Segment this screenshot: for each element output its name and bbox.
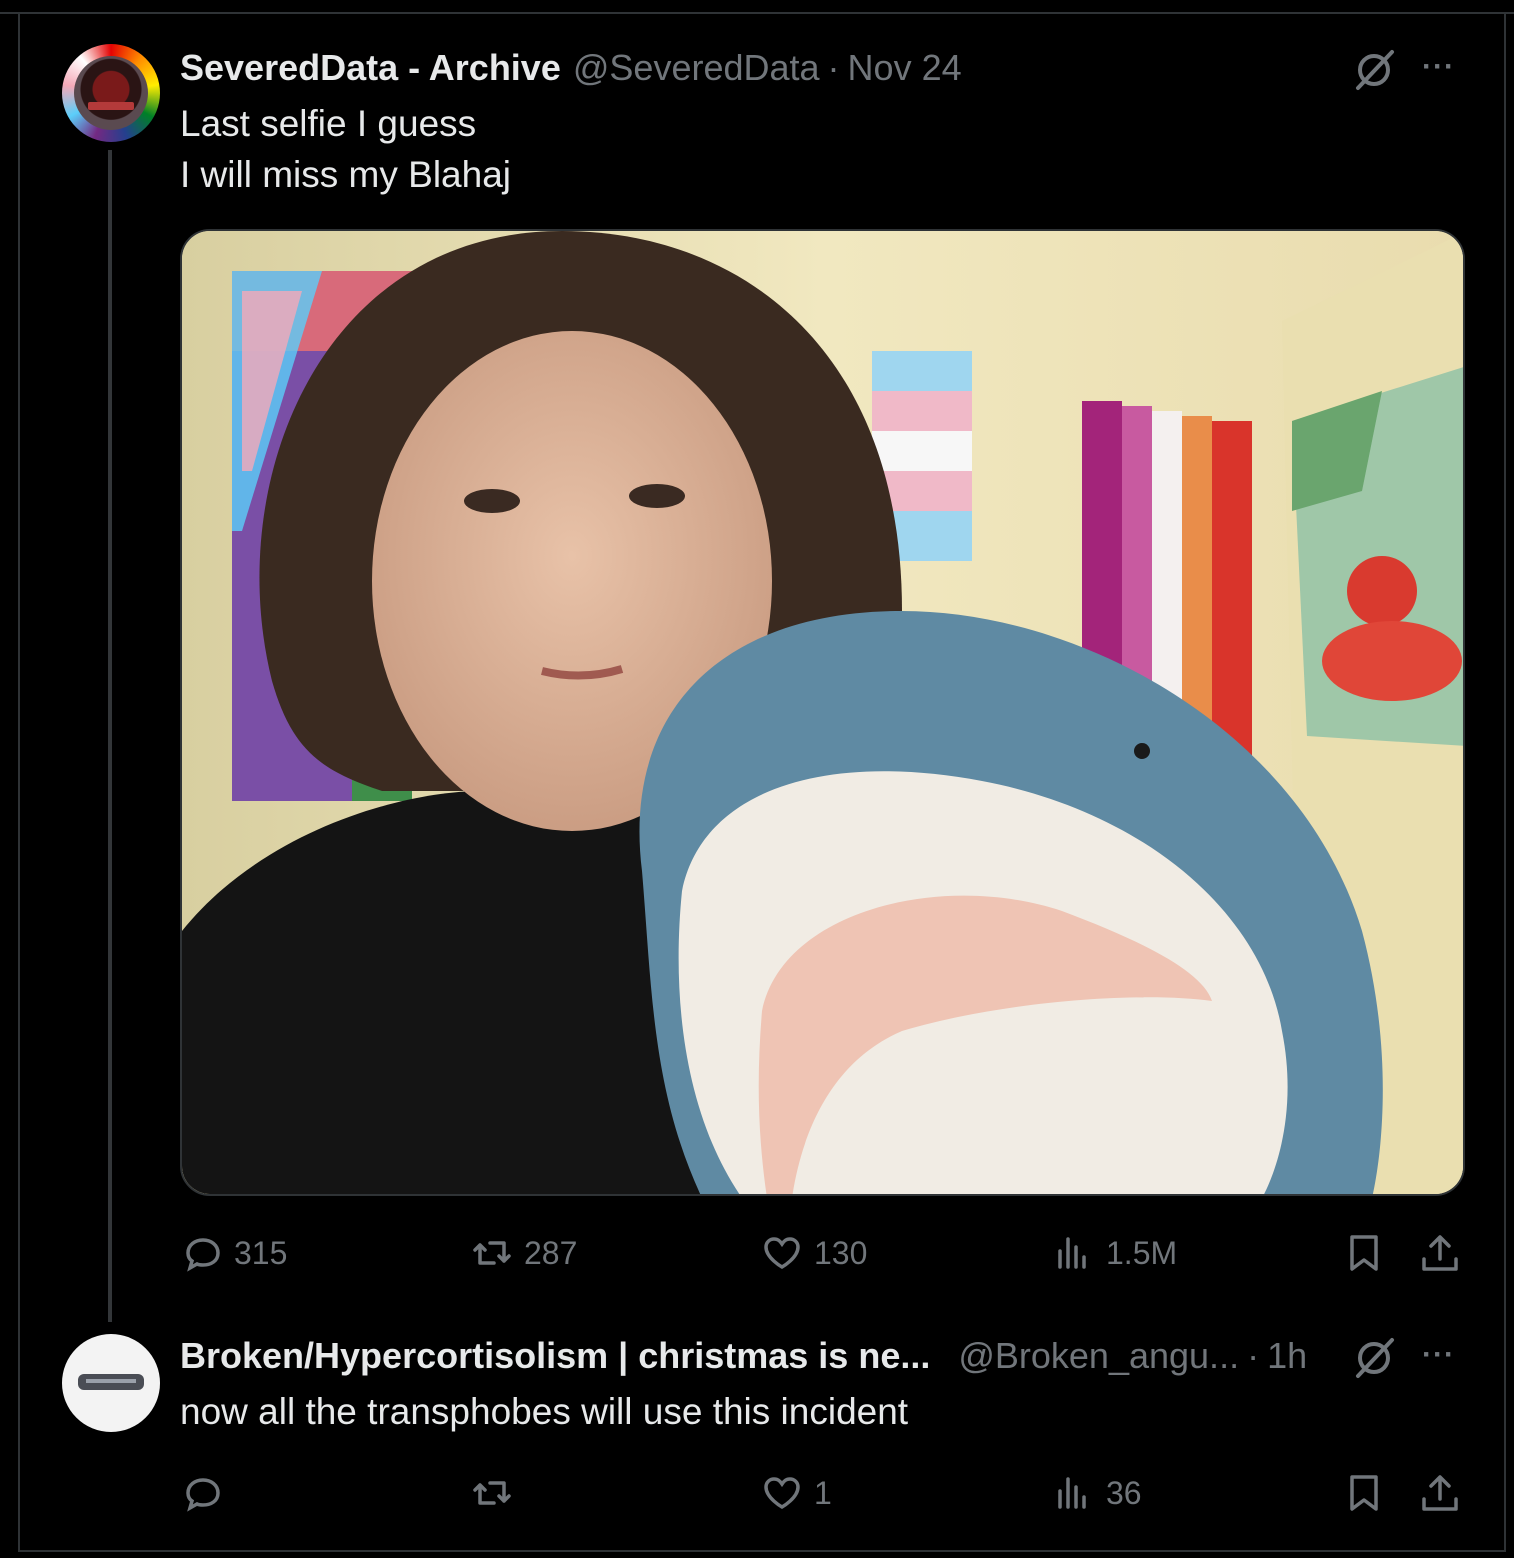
share-button[interactable] bbox=[1418, 1228, 1472, 1278]
bookmark-button[interactable] bbox=[1342, 1468, 1396, 1518]
user-handle[interactable]: @SeveredData bbox=[573, 47, 820, 89]
bar-chart-icon bbox=[1058, 1477, 1086, 1509]
like-button[interactable]: 130 bbox=[760, 1228, 867, 1278]
repost-arrows-icon bbox=[473, 1481, 511, 1505]
share-upload-icon bbox=[1422, 1235, 1458, 1271]
speech-bubble-icon bbox=[186, 1478, 220, 1512]
repost-arrows-icon bbox=[473, 1241, 511, 1265]
tweet-actions: 315 287 130 1.5M bbox=[180, 1228, 1470, 1278]
heart-icon bbox=[764, 1237, 800, 1270]
poster bbox=[1292, 367, 1463, 746]
bar-chart-icon bbox=[1058, 1237, 1086, 1269]
views-count: 1.5M bbox=[1106, 1234, 1178, 1271]
avatar[interactable] bbox=[62, 1334, 160, 1432]
bookmark-button[interactable] bbox=[1342, 1228, 1396, 1278]
display-name[interactable]: Broken/Hypercortisolism | christmas is n… bbox=[180, 1335, 930, 1377]
share-upload-icon bbox=[1422, 1475, 1458, 1511]
bookmark-icon bbox=[1350, 1235, 1378, 1271]
timestamp[interactable]: 1h bbox=[1267, 1335, 1307, 1377]
reply-text: now all the transphobes will use this in… bbox=[180, 1391, 909, 1432]
timestamp[interactable]: Nov 24 bbox=[848, 47, 962, 89]
tweet-text-line-1: Last selfie I guess bbox=[180, 103, 477, 144]
reply-button[interactable] bbox=[180, 1468, 234, 1518]
reply-count: 315 bbox=[234, 1234, 288, 1271]
like-button[interactable]: 1 bbox=[760, 1468, 832, 1518]
grok-icon[interactable] bbox=[1352, 48, 1396, 92]
tweet-photo[interactable] bbox=[180, 229, 1465, 1196]
repost-count: 287 bbox=[524, 1234, 578, 1271]
tweet-header: SeveredData - Archive @SeveredData · Nov… bbox=[180, 46, 962, 90]
share-button[interactable] bbox=[1418, 1468, 1472, 1518]
reply-header: Broken/Hypercortisolism | christmas is n… bbox=[180, 1334, 1307, 1378]
views-button[interactable]: 36 bbox=[1052, 1468, 1142, 1518]
grok-icon[interactable] bbox=[1352, 1336, 1396, 1380]
reply-button[interactable]: 315 bbox=[180, 1228, 287, 1278]
like-count: 1 bbox=[814, 1474, 832, 1511]
repost-button[interactable] bbox=[470, 1468, 524, 1518]
views-button[interactable]: 1.5M bbox=[1052, 1228, 1177, 1278]
like-count: 130 bbox=[814, 1234, 868, 1271]
avatar[interactable] bbox=[62, 44, 160, 142]
heart-icon bbox=[764, 1477, 800, 1510]
views-count: 36 bbox=[1106, 1474, 1142, 1511]
thread-connector-line bbox=[108, 150, 112, 1322]
more-options-icon[interactable]: ··· bbox=[1422, 1338, 1455, 1372]
avatar-image bbox=[78, 1374, 144, 1390]
avatar-logo bbox=[74, 56, 148, 130]
separator-dot: · bbox=[827, 47, 840, 88]
bookmark-icon bbox=[1350, 1475, 1378, 1511]
display-name[interactable]: SeveredData - Archive bbox=[180, 47, 561, 89]
reply-actions: 1 36 bbox=[180, 1468, 1470, 1518]
separator-dot: · bbox=[1247, 1335, 1260, 1376]
speech-bubble-icon bbox=[186, 1238, 220, 1272]
repost-button[interactable]: 287 bbox=[470, 1228, 577, 1278]
user-handle[interactable]: @Broken_angu... bbox=[958, 1335, 1239, 1377]
selfie-image bbox=[182, 231, 1463, 1194]
tweet-text-line-2: I will miss my Blahaj bbox=[180, 154, 511, 195]
more-options-icon[interactable]: ··· bbox=[1422, 50, 1455, 84]
